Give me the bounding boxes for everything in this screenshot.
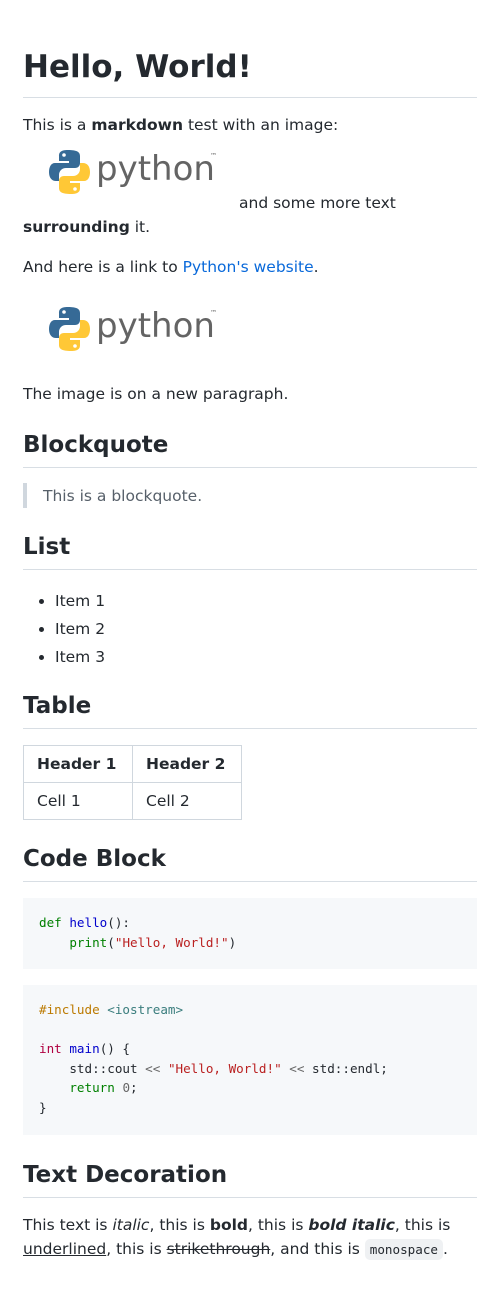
python-snake-icon (49, 307, 90, 351)
blockquote-text: This is a blockquote. (43, 487, 203, 505)
code-function: main (69, 1041, 100, 1057)
cpp-code-block: #include <iostream> int main() { std::co… (23, 985, 477, 1135)
new-paragraph-text: The image is on a new paragraph. (23, 385, 289, 403)
intro-after-image: and some more text (239, 194, 396, 212)
code-function: hello (69, 915, 108, 930)
blockquote-heading: Blockquote (23, 432, 169, 458)
bold-italic-text: bold italic (308, 1216, 395, 1234)
blockquote-bar (23, 483, 27, 508)
python-wordmark: python (96, 306, 215, 346)
text-decoration-heading: Text Decoration (23, 1162, 228, 1188)
data-table: Header 1 Header 2 Cell 1 Cell 2 (23, 745, 242, 820)
intro-text-2: test with an image: (183, 116, 339, 134)
text-decoration-rule (23, 1197, 477, 1198)
bullet-list: Item 1 Item 2 Item 3 (23, 587, 105, 671)
code-keyword: def (39, 915, 62, 930)
table-rule (23, 728, 477, 729)
code-type: int (39, 1041, 62, 1057)
underlined-text: underlined (23, 1240, 107, 1258)
code-heading: Code Block (23, 846, 166, 872)
table-header-cell: Header 1 (23, 745, 133, 783)
list-item: Item 2 (55, 615, 105, 643)
page-title: Hello, World! (23, 49, 252, 85)
python-website-link[interactable]: Python's website (183, 258, 314, 276)
intro-line-3: surrounding it. (23, 216, 150, 238)
table-row: Cell 1 Cell 2 (23, 782, 242, 820)
list-heading: List (23, 534, 71, 560)
table-cell: Cell 2 (132, 782, 242, 820)
intro-line-1: This is a markdown test with an image: (23, 114, 338, 136)
intro-text: This is a (23, 116, 92, 134)
inline-code: monospace (364, 1239, 444, 1260)
code-include-file: <iostream> (107, 1002, 184, 1017)
code-keyword: return (69, 1080, 115, 1096)
code-builtin: print (69, 934, 108, 950)
blockquote-rule (23, 467, 477, 468)
table-header-row: Header 1 Header 2 (23, 745, 242, 783)
link-trailing-text: . (313, 258, 319, 276)
code-text: (): (107, 915, 131, 930)
italic-text: italic (112, 1216, 150, 1234)
code-rule (23, 881, 477, 882)
bold-text: bold (209, 1216, 248, 1234)
table-heading: Table (23, 693, 92, 719)
markdown-page: Hello, World! This is a markdown test wi… (0, 0, 500, 1300)
code-number: 0 (122, 1080, 131, 1096)
link-paragraph: And here is a link to Python's website. (23, 256, 319, 278)
list-item: Item 3 (55, 643, 105, 671)
intro-end: it. (129, 218, 151, 236)
strikethrough-text: strikethrough (166, 1240, 271, 1258)
list-item: Item 1 (55, 587, 105, 615)
intro-bold-2: surrounding (23, 218, 130, 236)
python-code-block: def hello(): print("Hello, World!") (23, 898, 477, 969)
code-string: "Hello, World!" (114, 934, 229, 950)
python-logo-image: python ™ (49, 149, 217, 194)
code-string: "Hello, World!" (167, 1060, 282, 1076)
title-rule (23, 97, 477, 98)
table-header-cell: Header 2 (132, 745, 242, 783)
list-rule (23, 569, 477, 570)
python-wordmark: python (96, 149, 215, 189)
link-lead-text: And here is a link to (23, 258, 183, 276)
trademark-mark: ™ (210, 152, 217, 160)
decoration-line-1: This text is italic, this is bold, this … (23, 1216, 451, 1234)
python-logo-image-2: python ™ (49, 306, 217, 351)
python-snake-icon (49, 150, 90, 194)
trademark-mark: ™ (210, 309, 217, 317)
decoration-line-2: underlined, this is strikethrough, and t… (23, 1239, 448, 1260)
intro-bold: markdown (91, 116, 184, 134)
table-cell: Cell 1 (23, 782, 133, 820)
code-preprocessor: #include (39, 1002, 100, 1017)
